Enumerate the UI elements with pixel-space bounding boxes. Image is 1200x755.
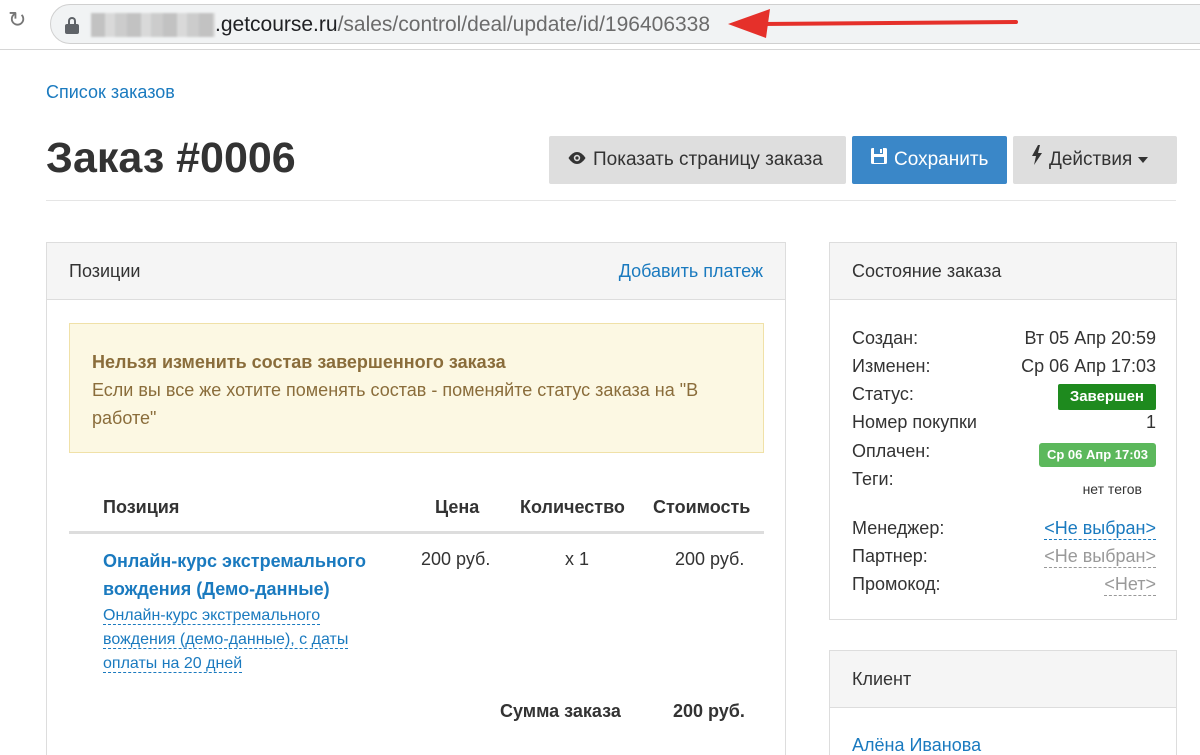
order-status-header: Состояние заказа (830, 243, 1176, 300)
created-value: Вт 05 Апр 20:59 (1024, 328, 1156, 348)
status-row: Статус: Завершен (852, 380, 1156, 410)
order-status-title: Состояние заказа (852, 261, 1002, 281)
purchase-number-row: Номер покупки 1 (852, 408, 1156, 436)
positions-panel-header: Позиции Добавить платеж (47, 243, 785, 300)
positions-panel: Позиции Добавить платеж Нельзя изменить … (46, 242, 786, 755)
lightning-bolt-icon (1031, 136, 1043, 184)
created-row: Создан: Вт 05 Апр 20:59 (852, 324, 1156, 352)
modified-label: Изменен: (852, 356, 931, 376)
paid-badge-text: Ср 06 Апр 17:03 (1038, 443, 1156, 467)
promocode-label: Промокод: (852, 574, 941, 594)
breadcrumb-orders-list[interactable]: Список заказов (46, 82, 175, 103)
item-cost: 200 руб. (675, 549, 745, 569)
status-badge-text: Завершен (1057, 384, 1156, 410)
manager-select[interactable]: <Не выбран> (1044, 514, 1156, 542)
positions-panel-title: Позиции (69, 261, 141, 281)
warning-text: Если вы все же хотите поменять состав - … (92, 380, 699, 428)
partner-select[interactable]: <Не выбран> (1044, 542, 1156, 570)
promocode-select[interactable]: <Нет> (1104, 570, 1156, 598)
paid-badge: Ср 06 Апр 17:03 (1038, 439, 1156, 467)
add-payment-link[interactable]: Добавить платеж (619, 243, 763, 300)
created-label: Создан: (852, 328, 919, 348)
order-status-panel: Состояние заказа Создан: Вт 05 Апр 20:59… (829, 242, 1177, 620)
actions-label: Действия (1049, 149, 1133, 171)
column-header-price: Цена (435, 497, 480, 517)
paid-label: Оплачен: (852, 441, 931, 461)
column-header-quantity: Количество (520, 497, 625, 517)
item-quantity: x 1 (565, 549, 590, 569)
column-header-cost: Стоимость (653, 497, 751, 517)
client-name-link[interactable]: Алёна Иванова (852, 735, 981, 755)
modified-row: Изменен: Ср 06 Апр 17:03 (852, 352, 1156, 380)
paid-row: Оплачен: Ср 06 Апр 17:03 (852, 437, 1156, 467)
warning-alert: Нельзя изменить состав завершенного зака… (69, 323, 764, 453)
page-title: Заказ #0006 (46, 134, 296, 182)
client-panel-header: Клиент (830, 651, 1176, 708)
partner-row: Партнер: <Не выбран> (852, 542, 1156, 570)
tags-label: Теги: (852, 469, 894, 489)
warning-title: Нельзя изменить состав завершенного зака… (92, 352, 506, 372)
item-price: 200 руб. (421, 549, 491, 569)
manager-label: Менеджер: (852, 518, 945, 538)
eye-icon (567, 136, 587, 184)
actions-dropdown[interactable]: Действия (1013, 136, 1177, 184)
browser-toolbar: ↻ .getcourse.ru/sales/control/deal/updat… (0, 0, 1200, 50)
manager-value: <Не выбран> (1044, 518, 1156, 540)
chevron-down-icon (1138, 157, 1149, 163)
tags-row: Теги: нет тегов (852, 465, 1156, 497)
promocode-row: Промокод: <Нет> (852, 570, 1156, 598)
item-description-link[interactable]: Онлайн-курс экстремального вождения (дем… (103, 604, 363, 676)
promocode-value: <Нет> (1104, 574, 1156, 596)
manager-row: Менеджер: <Не выбран> (852, 514, 1156, 542)
item-title-link[interactable]: Онлайн-курс экстремального вождения (Дем… (103, 547, 403, 603)
table-header-divider (69, 531, 764, 534)
purchase-number-value: 1 (1145, 412, 1156, 432)
save-button[interactable]: Сохранить (852, 136, 1007, 184)
order-total-label: Сумма заказа (500, 701, 621, 721)
client-panel: Клиент Алёна Иванова (829, 650, 1177, 755)
order-total-value: 200 руб. (673, 701, 745, 721)
tags-value: нет тегов (1082, 481, 1142, 497)
purchase-number-label: Номер покупки (852, 412, 977, 432)
status-label: Статус: (852, 384, 914, 404)
modified-value: Ср 06 Апр 17:03 (1021, 356, 1156, 376)
partner-value: <Не выбран> (1044, 546, 1156, 568)
show-order-page-label: Показать страницу заказа (593, 149, 823, 171)
header-divider (46, 200, 1176, 201)
partner-label: Партнер: (852, 546, 928, 566)
floppy-disk-icon (870, 136, 888, 184)
column-header-position: Позиция (103, 497, 180, 517)
item-description-text: Онлайн-курс экстремального вождения (дем… (103, 607, 349, 673)
show-order-page-button[interactable]: Показать страницу заказа (549, 136, 846, 184)
save-label: Сохранить (894, 149, 989, 171)
status-badge[interactable]: Завершен (1057, 381, 1156, 410)
client-panel-title: Клиент (852, 669, 912, 689)
annotation-arrow (728, 9, 1018, 38)
